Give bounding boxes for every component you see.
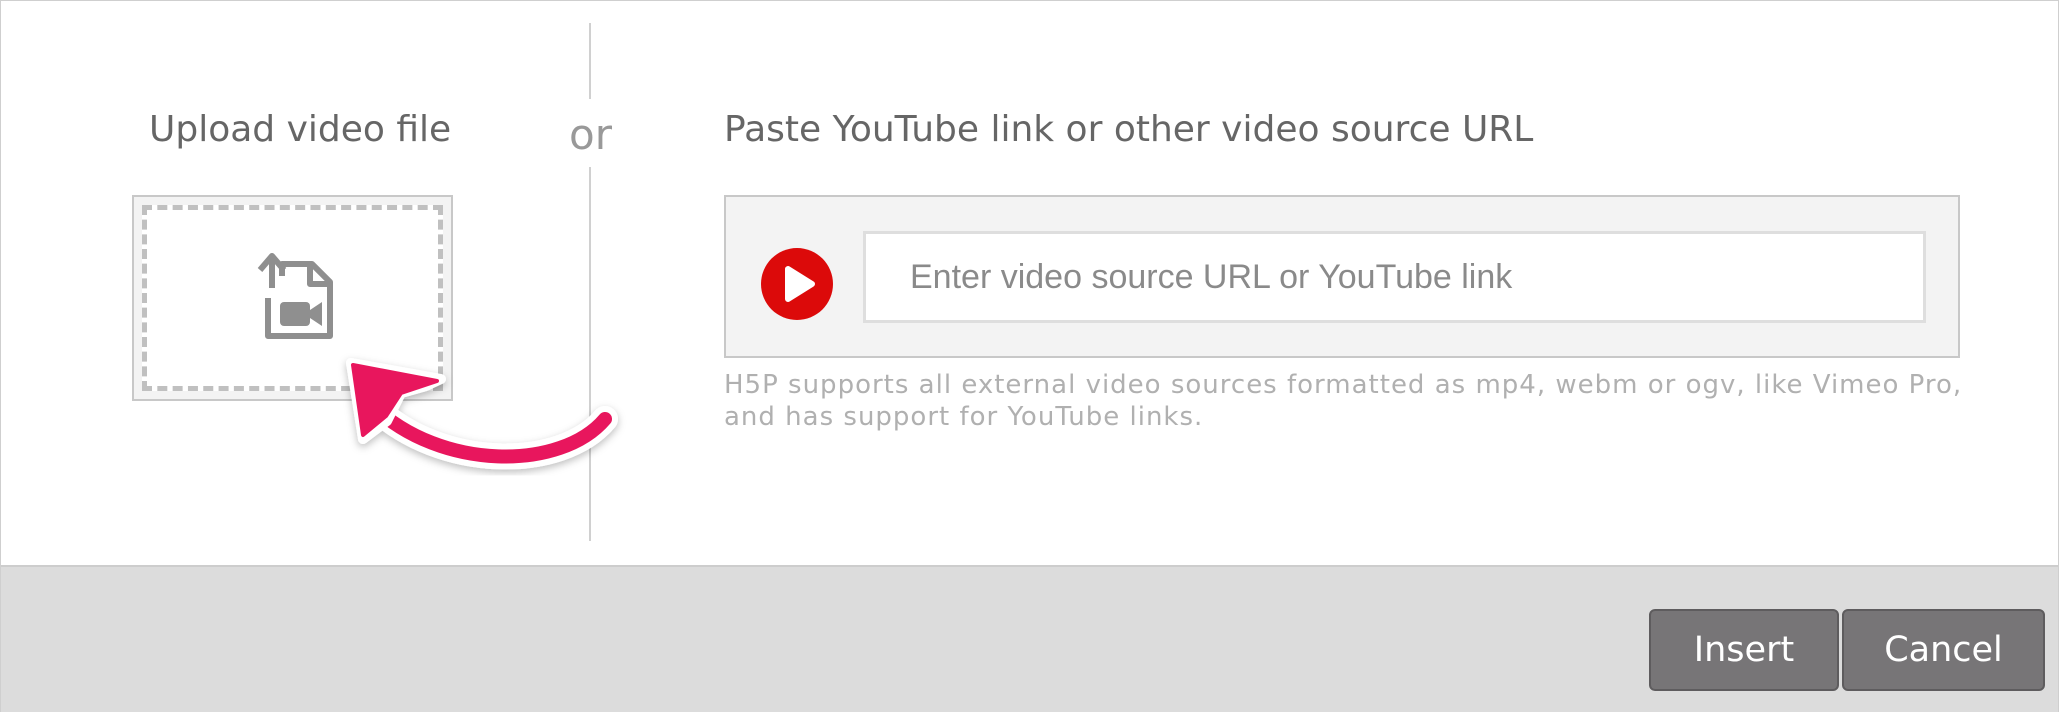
insert-button[interactable]: Insert xyxy=(1649,609,1839,691)
play-icon xyxy=(761,248,833,320)
divider-top xyxy=(589,23,591,99)
upload-video-dropzone[interactable] xyxy=(132,195,453,401)
video-url-input[interactable] xyxy=(863,231,1926,323)
paste-url-title: Paste YouTube link or other video source… xyxy=(724,109,1534,150)
supported-sources-help-text: H5P supports all external video sources … xyxy=(724,370,1963,432)
url-input-panel xyxy=(724,195,1960,358)
divider-bottom xyxy=(589,167,591,541)
dialog-footer: Insert Cancel xyxy=(1,565,2058,712)
cancel-button[interactable]: Cancel xyxy=(1842,609,2045,691)
upload-video-file-icon xyxy=(257,253,333,339)
video-source-dialog: Upload video file or Paste YouTube link … xyxy=(0,0,2059,712)
or-separator: or xyxy=(569,110,612,159)
upload-video-title: Upload video file xyxy=(149,109,452,150)
